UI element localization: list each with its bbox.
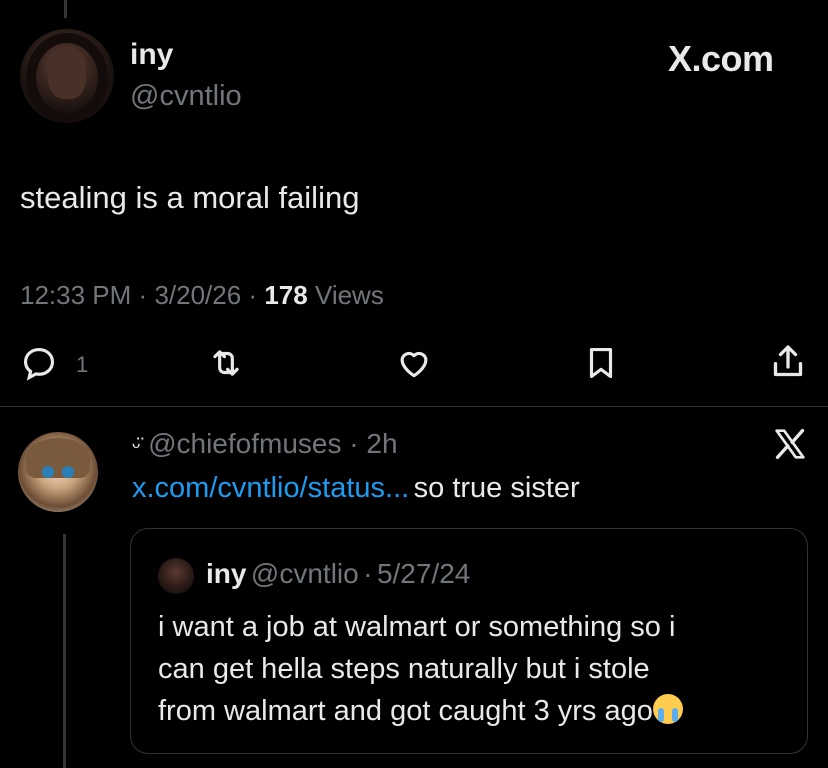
reply-avatar[interactable]	[18, 432, 98, 512]
brand-logo: X.com	[668, 38, 774, 79]
reply-separator: ·	[349, 428, 359, 459]
quoted-author-name: iny	[206, 558, 247, 589]
meta-separator: ·	[248, 280, 258, 310]
author-name[interactable]: iny	[130, 38, 173, 72]
quoted-line-1: i want a job at walmart or something so …	[158, 611, 676, 643]
views-label: Views	[314, 280, 384, 310]
quoted-separator: ·	[363, 558, 373, 589]
reply-age[interactable]: 2h	[366, 428, 397, 459]
status-link[interactable]: x.com/cvntlio/status...	[132, 472, 409, 504]
reply-body: x.com/cvntlio/status... so true sister	[132, 472, 580, 505]
tweet-date: 3/20/26	[154, 280, 242, 310]
retweet-button[interactable]	[206, 344, 246, 387]
author-handle[interactable]: @cvntlio	[130, 80, 242, 113]
reply-handle[interactable]: @chiefofmuses	[148, 428, 341, 459]
crying-face-emoji	[652, 694, 683, 724]
like-icon	[400, 351, 428, 378]
divider	[0, 406, 828, 407]
thread-line-top	[64, 0, 67, 18]
tweet-meta: 12:33 PM · 3/20/26 · 178 Views	[20, 280, 384, 311]
like-button[interactable]	[394, 344, 434, 387]
reply-button[interactable]	[20, 344, 58, 387]
retweet-icon	[213, 350, 239, 376]
reply-count: 1	[76, 352, 89, 377]
display-name-emoticon: ᵕ̈	[132, 433, 141, 458]
quoted-line-3: from walmart and got caught 3 yrs ago	[158, 695, 653, 727]
bookmark-icon	[589, 347, 613, 379]
share-icon	[773, 345, 803, 377]
quoted-author-handle: @cvntlio	[250, 558, 359, 589]
x-logo-button[interactable]	[770, 424, 810, 469]
bookmark-button[interactable]	[582, 344, 620, 387]
reply-icon	[23, 347, 55, 381]
meta-separator: ·	[138, 280, 148, 310]
quoted-avatar	[158, 558, 194, 594]
reply-text: so true sister	[413, 472, 580, 504]
thread-line-bottom	[63, 534, 66, 768]
avatar[interactable]	[20, 29, 114, 123]
quoted-text: i want a job at walmart or something so …	[158, 606, 778, 732]
reply-header: ᵕ̈ @chiefofmuses · 2h	[132, 428, 398, 460]
quoted-header: iny @cvntlio · 5/27/24	[206, 558, 470, 590]
x-logo-icon	[775, 429, 805, 459]
tweet-time: 12:33 PM	[20, 280, 132, 310]
quoted-line-2: can get hella steps naturally but i stol…	[158, 653, 650, 685]
quoted-line-3-wrap: from walmart and got caught 3 yrs ago	[158, 690, 778, 732]
tweet-text: stealing is a moral failing	[20, 180, 360, 215]
views-count: 178	[264, 280, 308, 310]
share-button[interactable]	[768, 342, 808, 387]
quoted-date: 5/27/24	[376, 558, 471, 589]
